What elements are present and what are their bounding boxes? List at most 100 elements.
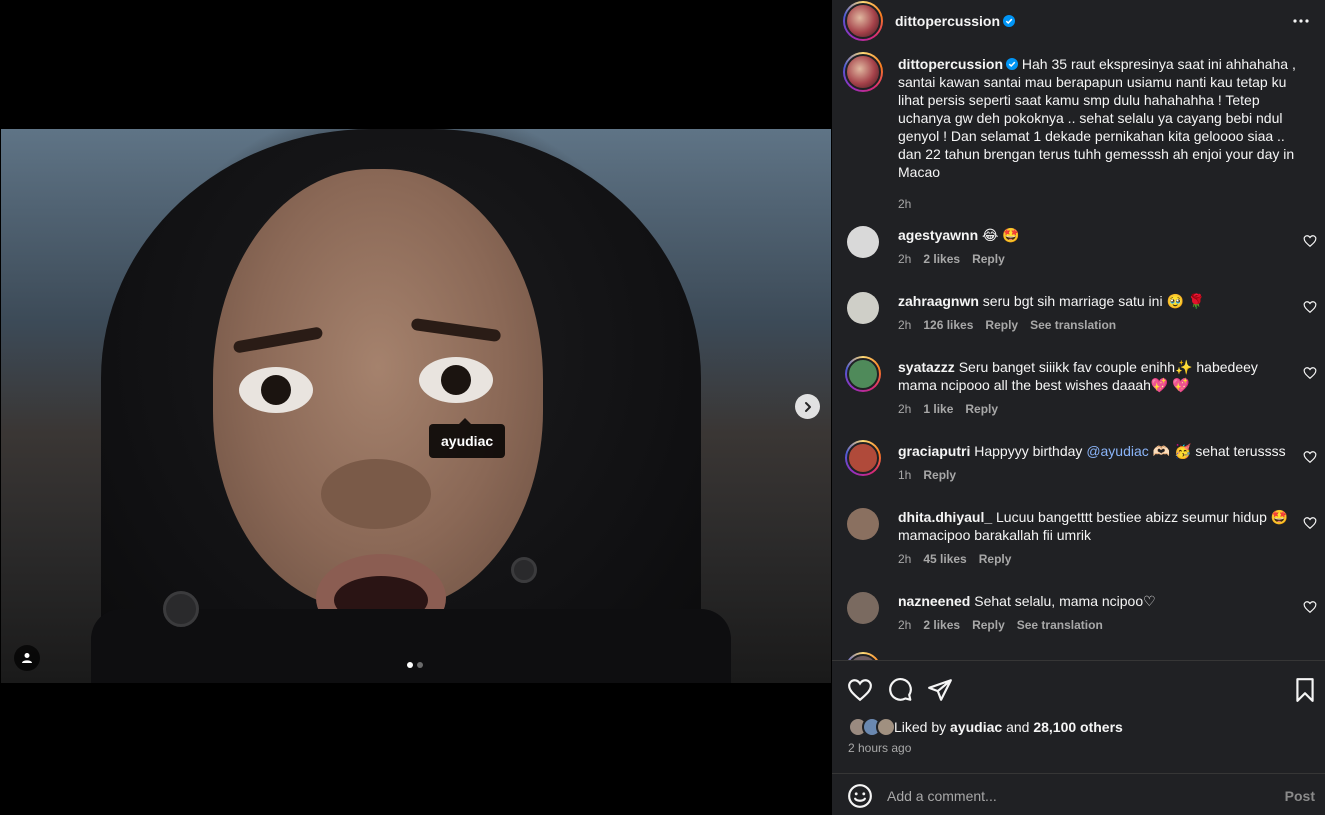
comment-time: 2h [898, 318, 912, 332]
comment-reply-button[interactable]: Reply [972, 618, 1005, 632]
comment-meta: 2h 2 likes Reply [898, 252, 1005, 266]
comment-reply-button[interactable]: Reply [985, 318, 1018, 332]
commenter-avatar[interactable] [845, 440, 881, 476]
heart-icon[interactable] [1303, 600, 1317, 614]
carousel-dot-active [407, 662, 413, 668]
post-comment-button[interactable]: Post [1285, 788, 1315, 804]
comment-body-after: 🫶🏻 🥳 sehat terussss [1148, 443, 1286, 459]
tagged-users-button[interactable] [14, 645, 40, 671]
commenter-avatar[interactable] [847, 292, 879, 324]
likes-prefix: Liked by [894, 719, 951, 735]
likes-and: and [1002, 719, 1034, 735]
comment-button[interactable] [887, 677, 913, 703]
save-button[interactable] [1292, 677, 1318, 703]
user-tag-tooltip[interactable]: ayudiac [429, 418, 506, 458]
heart-icon[interactable] [1303, 516, 1317, 530]
post-header: dittopercussion [832, 0, 1325, 42]
post-photo[interactable] [1, 129, 831, 683]
post-side-pane: dittopercussion dittopercussion Hah 35 r… [832, 0, 1325, 815]
heart-icon [848, 679, 872, 702]
comment-reply-button[interactable]: Reply [923, 468, 956, 482]
author-avatar[interactable] [843, 1, 883, 41]
photo-nose [321, 459, 431, 529]
comment-composer: Post [832, 773, 1325, 815]
verified-badge-icon [1003, 15, 1016, 27]
commenter-username[interactable]: zahraagnwn [898, 293, 979, 309]
comment-likes[interactable]: 126 likes [923, 318, 973, 332]
comment-text: agestyawnn 😂 🤩 [898, 226, 1296, 244]
likes-summary[interactable]: Liked by ayudiac and 28,100 others [848, 717, 1123, 737]
post-timestamp[interactable]: 2 hours ago [848, 741, 911, 755]
comment-mention-link[interactable]: @ayudiac [1086, 443, 1148, 459]
comments-list[interactable]: dittopercussion Hah 35 raut ekspresinya … [832, 42, 1325, 660]
verified-badge-icon [1006, 58, 1019, 70]
user-tag-label: ayudiac [441, 433, 494, 449]
commenter-username[interactable]: graciaputri [898, 443, 970, 459]
commenter-avatar[interactable] [845, 356, 881, 392]
caption-body: dittopercussion Hah 35 raut ekspresinya … [898, 55, 1298, 181]
liked-by-others-link[interactable]: 28,100 others [1033, 719, 1123, 735]
commenter-username[interactable]: dhita.dhiyaul_ [898, 509, 992, 525]
author-username[interactable]: dittopercussion [895, 13, 1016, 29]
photo-eye-left [239, 367, 313, 413]
comment-likes[interactable]: 2 likes [923, 618, 960, 632]
heart-icon[interactable] [1303, 300, 1317, 314]
see-translation-button[interactable]: See translation [1017, 618, 1103, 632]
liked-by-user-link[interactable]: ayudiac [950, 719, 1002, 735]
comment-reply-button[interactable]: Reply [965, 402, 998, 416]
emoji-icon[interactable] [847, 783, 873, 809]
comment-reply-button[interactable]: Reply [979, 552, 1012, 566]
more-options-button[interactable] [1291, 11, 1311, 31]
commenter-username[interactable]: syatazzz [898, 359, 955, 375]
comment-time: 2h [898, 402, 912, 416]
comment-likes[interactable]: 2 likes [923, 252, 960, 266]
caption-author-avatar[interactable] [843, 52, 883, 92]
comment-time: 2h [898, 552, 912, 566]
comment-reply-button[interactable]: Reply [972, 252, 1005, 266]
comment-body-before: Happyyy birthday [974, 443, 1087, 459]
comment-meta: 2h 126 likes Reply See translation [898, 318, 1116, 332]
comment-icon [889, 678, 912, 701]
bookmark-icon [1296, 678, 1314, 702]
comment-body: Sehat selalu, mama ncipoo♡ [974, 593, 1156, 609]
commenter-avatar[interactable] [847, 226, 879, 258]
send-icon [928, 679, 952, 701]
comment-text: nazneened Sehat selalu, mama ncipoo♡ [898, 592, 1296, 610]
caption-author-username-text: dittopercussion [898, 56, 1004, 72]
commenter-avatar[interactable] [845, 652, 881, 660]
user-tag-icon [22, 653, 32, 663]
comment-time: 2h [898, 618, 912, 632]
caption-author-username[interactable]: dittopercussion [898, 56, 1019, 72]
next-slide-button[interactable] [795, 394, 820, 419]
heart-icon[interactable] [1303, 234, 1317, 248]
comment-likes[interactable]: 1 like [923, 402, 953, 416]
caption-text: Hah 35 raut ekspresinya saat ini ahhahah… [898, 56, 1296, 180]
comment-text: zahraagnwn seru bgt sih marriage satu in… [898, 292, 1296, 310]
photo-snap-button [511, 557, 537, 583]
comment-meta: 2h 1 like Reply [898, 402, 998, 416]
comment-body: 😂 🤩 [982, 227, 1020, 243]
comment-meta: 2h 45 likes Reply [898, 552, 1011, 566]
comment-text: syatazzz Seru banget siiikk fav couple e… [898, 358, 1296, 394]
comment-meta: 1h Reply [898, 468, 956, 482]
share-button[interactable] [927, 677, 953, 703]
commenter-avatar[interactable] [847, 508, 879, 540]
photo-eye-right [419, 357, 493, 403]
comment-likes[interactable]: 45 likes [923, 552, 966, 566]
heart-icon[interactable] [1303, 450, 1317, 464]
media-pane: ayudiac [0, 0, 832, 815]
comment-body: seru bgt sih marriage satu ini 🥹 🌹 [982, 293, 1206, 309]
avatar [876, 717, 896, 737]
like-button[interactable] [847, 677, 873, 703]
comment-time: 2h [898, 252, 912, 266]
see-translation-button[interactable]: See translation [1030, 318, 1116, 332]
post-actions: Liked by ayudiac and 28,100 others 2 hou… [832, 660, 1325, 762]
commenter-username[interactable]: agestyawnn [898, 227, 978, 243]
commenter-username[interactable]: nazneened [898, 593, 970, 609]
commenter-avatar[interactable] [847, 592, 879, 624]
comment-time: 1h [898, 468, 912, 482]
heart-icon[interactable] [1303, 366, 1317, 380]
comment-meta: 2h 2 likes Reply See translation [898, 618, 1103, 632]
comment-input[interactable] [887, 784, 1247, 808]
comment-text: graciaputri Happyyy birthday @ayudiac 🫶🏻… [898, 442, 1296, 460]
